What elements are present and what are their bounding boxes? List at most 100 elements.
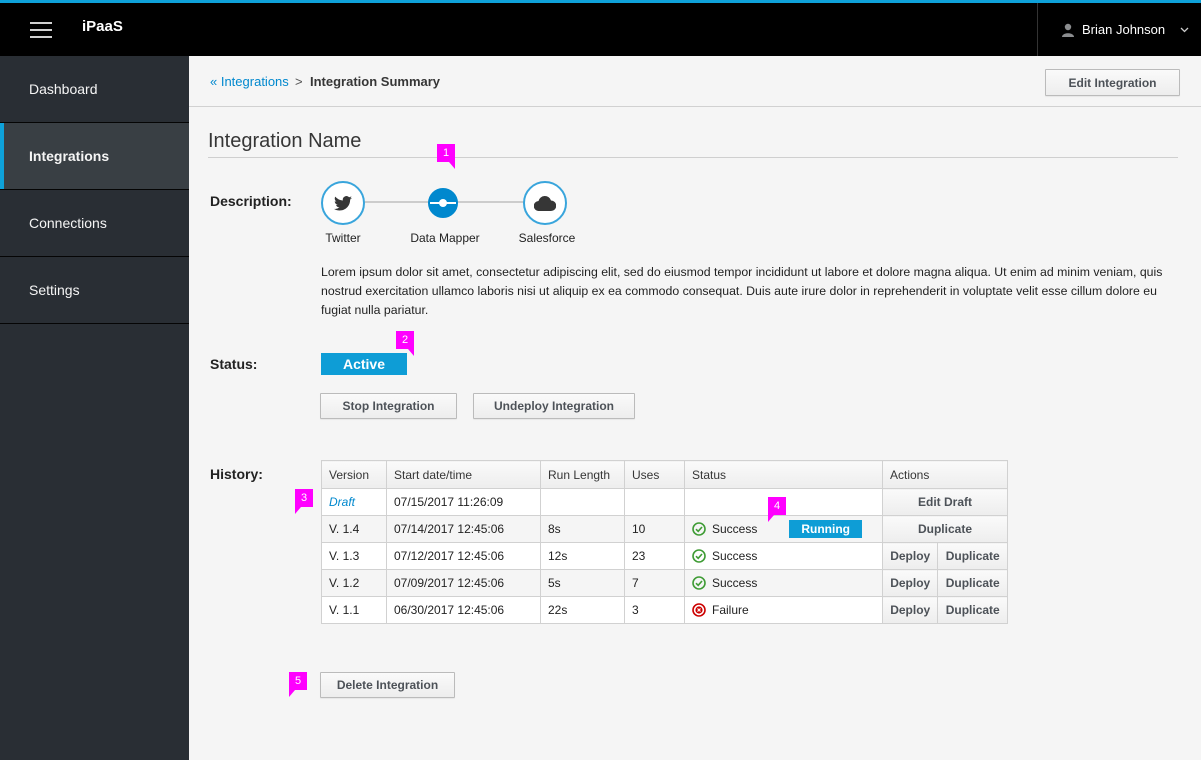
duplicate-button[interactable]: Duplicate bbox=[937, 569, 1008, 597]
table-row: V. 1.4 07/14/2017 12:45:06 8s 10 Success… bbox=[321, 515, 1008, 543]
chevron-down-icon bbox=[1180, 27, 1189, 32]
cell-version: V. 1.4 bbox=[321, 515, 387, 543]
hamburger-menu-icon[interactable] bbox=[30, 22, 52, 38]
cell-uses: 7 bbox=[624, 569, 685, 597]
deploy-button[interactable]: Deploy bbox=[881, 542, 939, 570]
cloud-icon bbox=[534, 195, 556, 211]
cell-start: 07/12/2017 12:45:06 bbox=[386, 542, 541, 570]
breadcrumb-current: Integration Summary bbox=[310, 74, 441, 89]
history-table: Version Start date/time Run Length Uses … bbox=[321, 460, 1008, 624]
breadcrumb-integrations-link[interactable]: « Integrations bbox=[210, 74, 289, 89]
cell-run-length: 5s bbox=[540, 569, 625, 597]
cell-uses bbox=[624, 488, 685, 516]
cell-uses: 23 bbox=[624, 542, 685, 570]
breadcrumb-separator: > bbox=[295, 74, 303, 89]
failure-x-icon bbox=[692, 603, 706, 617]
data-mapper-icon bbox=[430, 199, 456, 207]
column-header-status[interactable]: Status bbox=[684, 460, 883, 489]
table-row: V. 1.1 06/30/2017 12:45:06 22s 3 Failure… bbox=[321, 596, 1008, 624]
sidebar-item-settings[interactable]: Settings bbox=[0, 257, 189, 324]
status-text: Success bbox=[712, 549, 758, 563]
cell-start: 06/30/2017 12:45:06 bbox=[386, 596, 541, 624]
sidebar-item-integrations[interactable]: Integrations bbox=[0, 123, 189, 190]
cell-run-length bbox=[540, 488, 625, 516]
delete-integration-button[interactable]: Delete Integration bbox=[320, 672, 455, 698]
draft-link[interactable]: Draft bbox=[329, 495, 355, 509]
cell-run-length: 8s bbox=[540, 515, 625, 543]
description-label: Description: bbox=[210, 193, 292, 209]
cell-start: 07/14/2017 12:45:06 bbox=[386, 515, 541, 543]
cell-version: V. 1.1 bbox=[321, 596, 387, 624]
user-icon bbox=[1062, 23, 1074, 37]
duplicate-button[interactable]: Duplicate bbox=[882, 515, 1008, 543]
success-check-icon bbox=[692, 522, 706, 536]
cell-run-length: 22s bbox=[540, 596, 625, 624]
sidebar-item-label: Settings bbox=[29, 282, 80, 298]
edit-integration-button[interactable]: Edit Integration bbox=[1045, 69, 1180, 96]
brand-logo: iPaaS bbox=[82, 18, 123, 35]
annotation-marker-1: 1 bbox=[437, 144, 455, 169]
history-label: History: bbox=[210, 466, 263, 482]
table-row: Draft 07/15/2017 11:26:09 Edit Draft bbox=[321, 488, 1008, 516]
cell-start: 07/15/2017 11:26:09 bbox=[386, 488, 541, 516]
column-header-start[interactable]: Start date/time bbox=[386, 460, 541, 489]
cell-status: Success bbox=[684, 569, 883, 597]
table-row: V. 1.2 07/09/2017 12:45:06 5s 7 Success … bbox=[321, 569, 1008, 597]
annotation-marker-3: 3 bbox=[295, 489, 313, 514]
edit-draft-button[interactable]: Edit Draft bbox=[882, 488, 1008, 516]
annotation-marker-5: 5 bbox=[289, 672, 307, 697]
breadcrumb: « Integrations > Integration Summary Edi… bbox=[189, 56, 1201, 107]
success-check-icon bbox=[692, 549, 706, 563]
deploy-button[interactable]: Deploy bbox=[881, 596, 939, 624]
column-header-uses[interactable]: Uses bbox=[624, 460, 685, 489]
sidebar-item-label: Connections bbox=[29, 215, 107, 231]
cell-version: V. 1.2 bbox=[321, 569, 387, 597]
cell-status: Success Running bbox=[684, 515, 883, 543]
column-header-version[interactable]: Version bbox=[321, 460, 387, 489]
twitter-icon bbox=[334, 195, 352, 211]
sidebar: Dashboard Integrations Connections Setti… bbox=[0, 56, 189, 760]
cell-uses: 3 bbox=[624, 596, 685, 624]
annotation-marker-2: 2 bbox=[396, 331, 414, 356]
duplicate-button[interactable]: Duplicate bbox=[937, 542, 1008, 570]
description-text: Lorem ipsum dolor sit amet, consectetur … bbox=[321, 265, 1163, 317]
column-header-run-length[interactable]: Run Length bbox=[540, 460, 625, 489]
user-menu[interactable]: Brian Johnson bbox=[1037, 3, 1201, 56]
cell-run-length: 12s bbox=[540, 542, 625, 570]
stop-integration-button[interactable]: Stop Integration bbox=[320, 393, 457, 419]
sidebar-item-connections[interactable]: Connections bbox=[0, 190, 189, 257]
status-text: Success bbox=[712, 576, 758, 590]
cell-start: 07/09/2017 12:45:06 bbox=[386, 569, 541, 597]
title-divider bbox=[208, 157, 1178, 158]
table-row: V. 1.3 07/12/2017 12:45:06 12s 23 Succes… bbox=[321, 542, 1008, 570]
status-text: Failure bbox=[712, 603, 749, 617]
column-header-actions: Actions bbox=[882, 460, 1008, 489]
running-badge: Running bbox=[789, 520, 863, 538]
cell-status: Failure bbox=[684, 596, 883, 624]
top-navbar: iPaaS Brian Johnson bbox=[0, 0, 1201, 56]
step-twitter[interactable] bbox=[321, 181, 365, 225]
table-header-row: Version Start date/time Run Length Uses … bbox=[321, 460, 1008, 489]
deploy-button[interactable]: Deploy bbox=[881, 569, 939, 597]
annotation-marker-4: 4 bbox=[768, 497, 786, 522]
undeploy-integration-button[interactable]: Undeploy Integration bbox=[473, 393, 635, 419]
step-label-salesforce: Salesforce bbox=[518, 231, 576, 245]
step-label-twitter: Twitter bbox=[325, 231, 361, 245]
cell-uses: 10 bbox=[624, 515, 685, 543]
status-text: Success bbox=[712, 522, 758, 536]
main-content: « Integrations > Integration Summary Edi… bbox=[189, 56, 1201, 760]
success-check-icon bbox=[692, 576, 706, 590]
status-badge: Active bbox=[321, 353, 407, 375]
integration-flow: Twitter Data Mapper Salesforce bbox=[321, 181, 581, 245]
user-name: Brian Johnson bbox=[1082, 22, 1166, 37]
sidebar-item-dashboard[interactable]: Dashboard bbox=[0, 56, 189, 123]
cell-version: V. 1.3 bbox=[321, 542, 387, 570]
sidebar-item-label: Dashboard bbox=[29, 81, 98, 97]
cell-status: Success bbox=[684, 542, 883, 570]
step-data-mapper[interactable] bbox=[428, 188, 458, 218]
step-salesforce[interactable] bbox=[523, 181, 567, 225]
step-label-data-mapper: Data Mapper bbox=[410, 231, 480, 245]
status-label: Status: bbox=[210, 356, 258, 372]
page-title: Integration Name bbox=[208, 130, 362, 152]
duplicate-button[interactable]: Duplicate bbox=[937, 596, 1008, 624]
